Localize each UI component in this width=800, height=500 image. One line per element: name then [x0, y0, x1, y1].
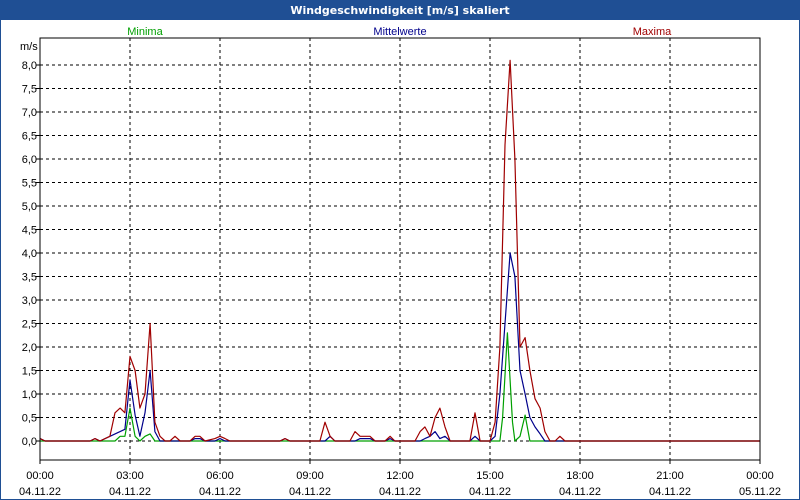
y-tick-label: 3,5: [22, 272, 37, 284]
x-tick-date-label: 04.11.22: [469, 486, 511, 498]
x-tick-time-label: 03:00: [116, 470, 144, 482]
x-tick-date-label: 04.11.22: [379, 486, 421, 498]
x-tick-time-label: 00:00: [746, 470, 774, 482]
y-tick-label: 2,5: [22, 319, 37, 331]
grid-lines: [40, 38, 760, 460]
x-tick-date-label: 04.11.22: [109, 486, 151, 498]
x-axis: 00:00 04.11.22 03:00 04.11.22 06:00 04.11.22 0…: [19, 460, 781, 498]
y-tick-label: 6,5: [22, 131, 37, 143]
y-tick-label: 2,0: [22, 342, 37, 354]
legend: Minima Mittelwerte Maxima: [127, 26, 672, 38]
y-tick-label: 6,0: [22, 154, 37, 166]
y-axis-label: m/s: [20, 41, 38, 53]
y-tick-label: 8,0: [22, 60, 37, 72]
x-tick-date-label: 04.11.22: [289, 486, 331, 498]
y-tick-label: 1,0: [22, 389, 37, 401]
x-tick-date-label: 04.11.22: [19, 486, 61, 498]
x-tick-time-label: 06:00: [206, 470, 234, 482]
y-tick-label: 3,0: [22, 295, 37, 307]
y-tick-label: 4,0: [22, 248, 37, 260]
x-tick-time-label: 18:00: [566, 470, 594, 482]
y-tick-label: 7,0: [22, 107, 37, 119]
y-tick-label: 5,0: [22, 201, 37, 213]
legend-label-mittelwerte: Mittelwerte: [373, 26, 426, 38]
y-tick-label: 1,5: [22, 366, 37, 378]
x-tick-time-label: 09:00: [296, 470, 324, 482]
x-tick-time-label: 00:00: [26, 470, 54, 482]
y-tick-label: 4,5: [22, 225, 37, 237]
y-tick-label: 7,5: [22, 84, 37, 96]
x-tick-time-label: 21:00: [656, 470, 684, 482]
y-tick-label: 0,0: [22, 436, 37, 448]
legend-label-maxima: Maxima: [633, 26, 672, 38]
x-tick-date-label: 05.11.22: [739, 486, 781, 498]
x-tick-time-label: 15:00: [476, 470, 504, 482]
x-tick-date-label: 04.11.22: [649, 486, 691, 498]
wind-speed-chart: 0,0 0,5 1,0 1,5 2,0 2,5 3,0 3,5 4,0 4,5 5,0 5,5 6,0 6…: [19, 26, 781, 498]
x-tick-time-label: 12:00: [386, 470, 414, 482]
y-tick-label: 0,5: [22, 413, 37, 425]
y-axis: 0,0 0,5 1,0 1,5 2,0 2,5 3,0 3,5 4,0 4,5 5,0 5,5 6,0 6…: [22, 60, 40, 448]
x-tick-date-label: 04.11.22: [559, 486, 601, 498]
x-tick-date-label: 04.11.22: [199, 486, 241, 498]
y-tick-label: 5,5: [22, 178, 37, 190]
legend-label-minima: Minima: [127, 26, 163, 38]
